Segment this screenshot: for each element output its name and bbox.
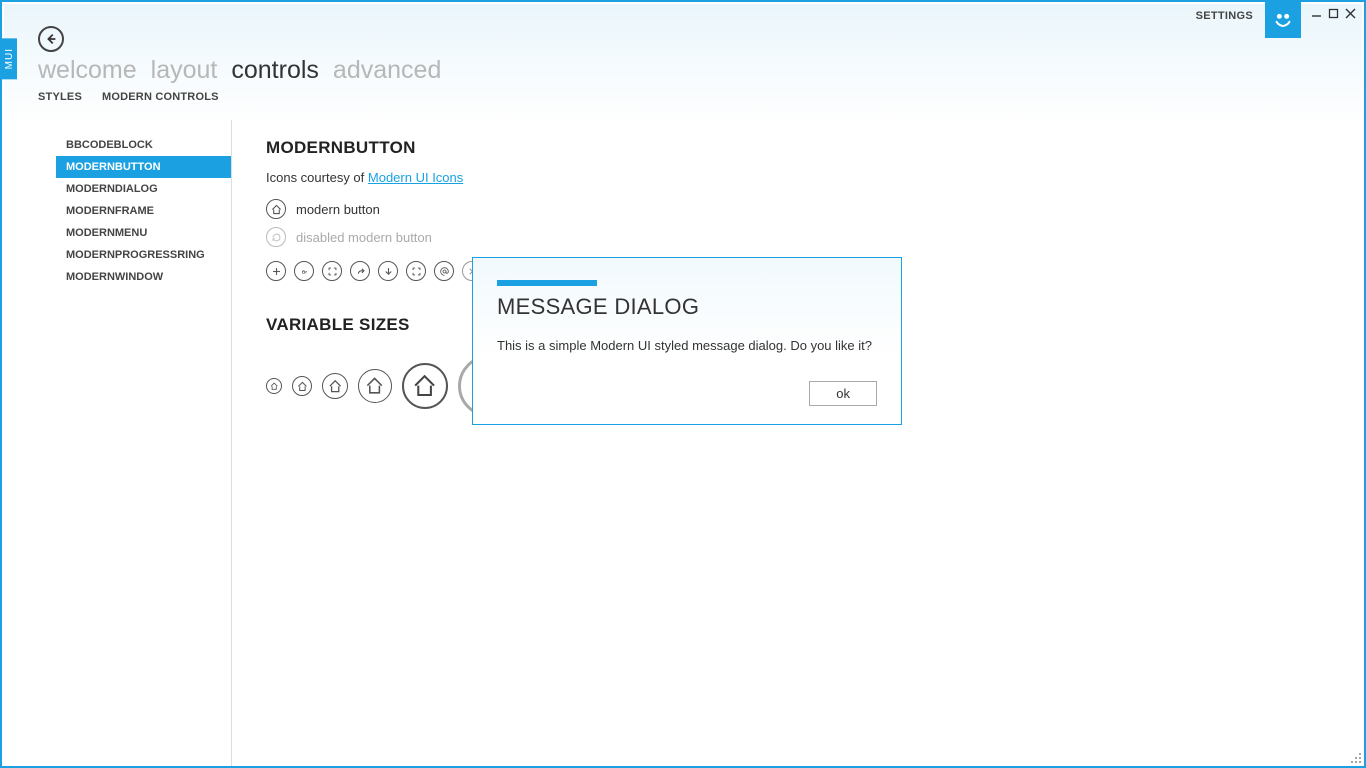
- subnav-modern-controls[interactable]: MODERN CONTROLS: [102, 91, 219, 103]
- message-dialog: MESSAGE DIALOG This is a simple Modern U…: [472, 257, 902, 425]
- ok-button[interactable]: ok: [809, 381, 877, 406]
- sidebar: BBCODEBLOCK MODERNBUTTON MODERNDIALOG MO…: [2, 120, 232, 766]
- hint-line: Icons courtesy of Modern UI Icons: [266, 170, 1334, 185]
- modern-button-disabled-sample: disabled modern button: [266, 227, 1334, 247]
- sub-nav: STYLES MODERN CONTROLS: [38, 91, 1328, 103]
- nav-advanced[interactable]: advanced: [333, 56, 441, 85]
- dialog-title: MESSAGE DIALOG: [497, 294, 877, 320]
- resize-grip[interactable]: [1350, 752, 1362, 764]
- share-icon[interactable]: [350, 261, 370, 281]
- hint-prefix: Icons courtesy of: [266, 170, 368, 185]
- nav-welcome[interactable]: welcome: [38, 56, 137, 85]
- expand-icon[interactable]: [322, 261, 342, 281]
- modern-ui-icons-link[interactable]: Modern UI Icons: [368, 170, 463, 185]
- sidebar-item-modernmenu[interactable]: MODERNMENU: [56, 222, 231, 244]
- home-icon-xs[interactable]: [266, 378, 282, 394]
- disabled-button-label: disabled modern button: [296, 230, 432, 245]
- sidebar-item-bbcodeblock[interactable]: BBCODEBLOCK: [56, 134, 231, 156]
- svg-text:Br: Br: [301, 269, 306, 275]
- content-area: MODERNBUTTON Icons courtesy of Modern UI…: [232, 120, 1364, 766]
- modern-button-sample[interactable]: modern button: [266, 199, 1334, 219]
- home-icon-xl[interactable]: [402, 363, 448, 409]
- top-nav: welcome layout controls advanced: [38, 56, 1328, 85]
- dialog-text: This is a simple Modern UI styled messag…: [497, 338, 877, 353]
- add-icon[interactable]: [266, 261, 286, 281]
- home-icon-lg[interactable]: [358, 369, 392, 403]
- br-icon[interactable]: Br: [294, 261, 314, 281]
- home-icon: [266, 199, 286, 219]
- nav-layout[interactable]: layout: [151, 56, 218, 85]
- sidebar-item-modernbutton[interactable]: MODERNBUTTON: [56, 156, 231, 178]
- header: welcome layout controls advanced STYLES …: [2, 2, 1364, 103]
- home-icon-sm[interactable]: [292, 376, 312, 396]
- home-icon-md[interactable]: [322, 373, 348, 399]
- dialog-accent-bar: [497, 280, 597, 286]
- nav-controls[interactable]: controls: [231, 56, 319, 85]
- modern-button-label: modern button: [296, 202, 380, 217]
- page-title: MODERNBUTTON: [266, 138, 1334, 158]
- refresh-icon: [266, 227, 286, 247]
- download-icon[interactable]: [378, 261, 398, 281]
- back-button[interactable]: [38, 26, 64, 52]
- sidebar-item-moderndialog[interactable]: MODERNDIALOG: [56, 178, 231, 200]
- sidebar-item-modernprogressring[interactable]: MODERNPROGRESSRING: [56, 244, 231, 266]
- subnav-styles[interactable]: STYLES: [38, 91, 82, 103]
- sidebar-item-modernframe[interactable]: MODERNFRAME: [56, 200, 231, 222]
- fullscreen-icon[interactable]: [406, 261, 426, 281]
- app-window: MUI SETTINGS welcome layout controls adv…: [0, 0, 1366, 768]
- at-icon[interactable]: [434, 261, 454, 281]
- sidebar-item-modernwindow[interactable]: MODERNWINDOW: [56, 266, 231, 288]
